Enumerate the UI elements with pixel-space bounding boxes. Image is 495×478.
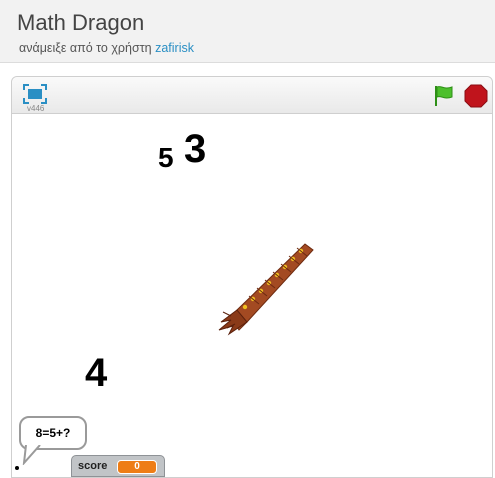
stage[interactable]: 5 3 4 8=5+? score 0 <box>12 114 492 477</box>
author-link[interactable]: zafirisk <box>155 41 194 55</box>
project-byline: ανάμειξε από το χρήστη zafirisk <box>19 41 194 55</box>
number-sprite-3[interactable]: 3 <box>184 127 206 172</box>
score-monitor[interactable]: score 0 <box>71 455 165 477</box>
fullscreen-icon <box>23 84 47 104</box>
score-value: 0 <box>117 460 157 474</box>
player-controls: v446 <box>12 77 492 114</box>
green-flag-icon <box>435 86 453 106</box>
number-sprite-4[interactable]: 4 <box>85 351 107 396</box>
scratch-player: v446 5 3 4 8=5+? score 0 <box>11 76 493 478</box>
number-sprite-5[interactable]: 5 <box>158 142 174 174</box>
speaker-sprite <box>15 466 19 470</box>
byline-prefix: ανάμειξε από το χρήστη <box>19 41 152 55</box>
dragon-sprite[interactable] <box>217 240 317 336</box>
project-title: Math Dragon <box>17 10 145 35</box>
version-label: v446 <box>27 104 45 113</box>
project-header: Math Dragon ανάμειξε από το χρήστη zafir… <box>0 0 495 63</box>
fullscreen-button[interactable] <box>22 83 48 105</box>
green-flag-button[interactable] <box>432 84 456 108</box>
speech-bubble-tail <box>22 445 41 465</box>
stop-button[interactable] <box>464 84 488 108</box>
stop-icon <box>464 84 488 108</box>
score-label: score <box>78 460 108 472</box>
